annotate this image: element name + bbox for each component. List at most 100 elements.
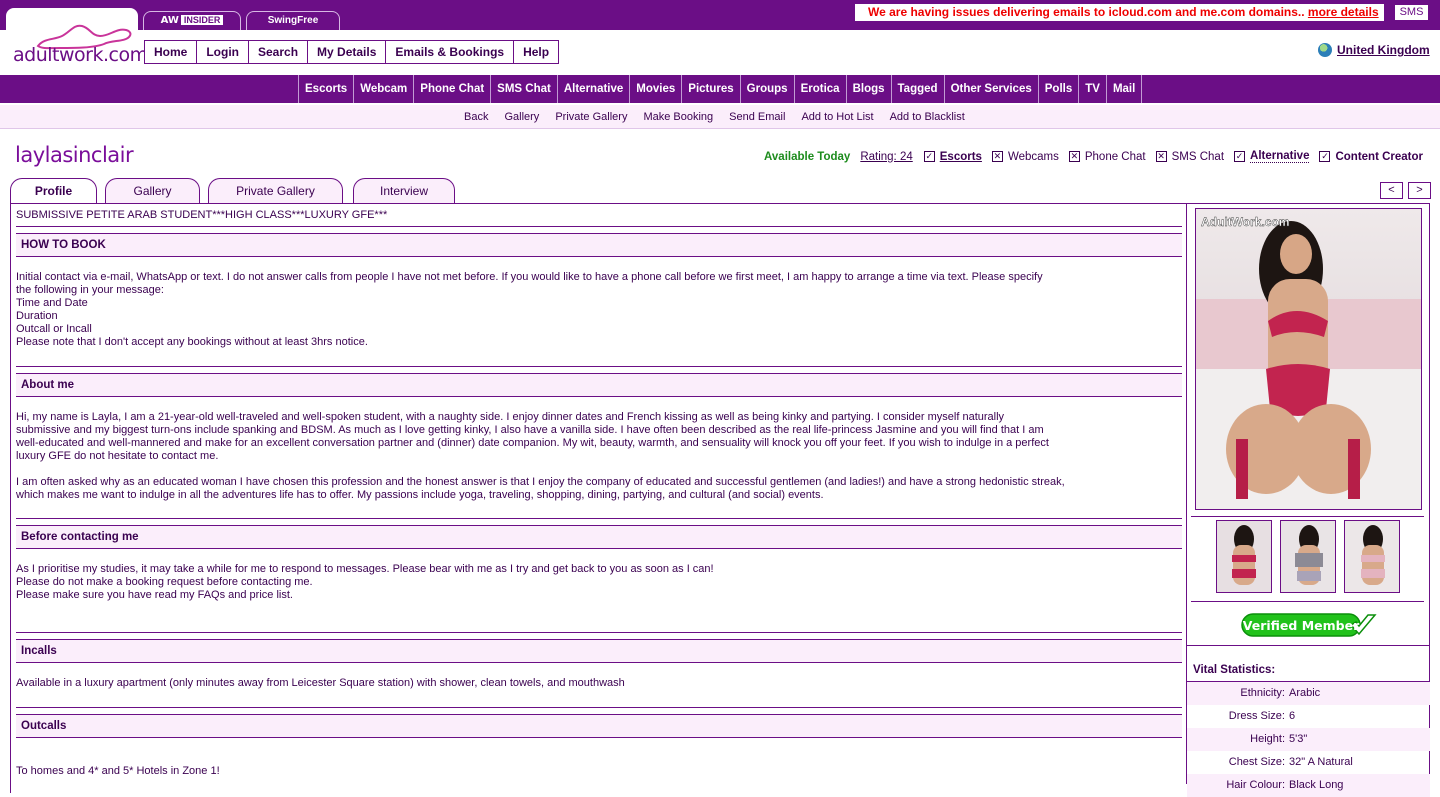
region-label: United Kingdom xyxy=(1337,43,1430,57)
sms-button[interactable]: SMS xyxy=(1394,4,1429,21)
region-link[interactable]: United Kingdom xyxy=(1318,43,1430,57)
more-details-link[interactable]: more details xyxy=(1308,5,1379,19)
tab-gallery[interactable]: Gallery xyxy=(105,178,200,203)
globe-icon xyxy=(1318,43,1332,57)
section-title-before-contacting: Before contacting me xyxy=(16,518,1182,549)
unchecked-x-icon: ✕ xyxy=(1155,151,1167,162)
tab-interview[interactable]: Interview xyxy=(353,178,455,203)
swingfree-label: SwingFree xyxy=(267,15,319,26)
unchecked-x-icon: ✕ xyxy=(991,151,1003,162)
thumbnail-3[interactable] xyxy=(1344,520,1400,593)
section-title-incalls: Incalls xyxy=(16,632,1182,663)
notice-text: We are having issues delivering emails t… xyxy=(868,5,1305,19)
nav-emails-bookings[interactable]: Emails & Bookings xyxy=(386,41,515,63)
rating-link[interactable]: Rating: 24 xyxy=(860,151,912,163)
insider-label: INSIDER xyxy=(180,15,224,25)
action-private-gallery[interactable]: Private Gallery xyxy=(547,105,635,129)
service-escorts[interactable]: ✓ Escorts xyxy=(923,151,982,163)
section-title-how-to-book: HOW TO BOOK xyxy=(16,226,1182,257)
prev-profile-button[interactable]: < xyxy=(1380,182,1403,199)
cat-movies[interactable]: Movies xyxy=(629,75,681,103)
cat-sms-chat[interactable]: SMS Chat xyxy=(490,75,557,103)
tab-swingfree[interactable]: SwingFree xyxy=(246,11,340,30)
main-nav: Home Login Search My Details Emails & Bo… xyxy=(144,40,560,64)
action-make-booking[interactable]: Make Booking xyxy=(635,105,721,129)
vital-row-height: Height: 5'3" xyxy=(1187,728,1430,751)
cat-escorts[interactable]: Escorts xyxy=(298,75,353,103)
cat-tv[interactable]: TV xyxy=(1078,75,1106,103)
profile-tagline: SUBMISSIVE PETITE ARAB STUDENT***HIGH CL… xyxy=(16,209,388,221)
cat-groups[interactable]: Groups xyxy=(739,75,794,103)
vital-row-hair-colour: Hair Colour: Black Long xyxy=(1187,774,1430,797)
section-body-outcalls: To homes and 4* and 5* Hotels in Zone 1! xyxy=(16,765,220,777)
service-alternative[interactable]: ✓ Alternative xyxy=(1234,150,1310,163)
action-gallery[interactable]: Gallery xyxy=(496,105,547,129)
sidebar-divider xyxy=(1191,516,1424,517)
thumbnail-image xyxy=(1281,521,1335,592)
photo-thumbnails xyxy=(1216,520,1400,593)
photo-watermark: AdultWork.com xyxy=(1201,215,1289,229)
service-phone-chat: ✕ Phone Chat xyxy=(1068,150,1146,163)
checked-icon: ✓ xyxy=(1319,151,1331,162)
section-body-how-to-book: Initial contact via e-mail, WhatsApp or … xyxy=(16,271,1043,348)
next-profile-button[interactable]: > xyxy=(1408,182,1431,199)
nav-login[interactable]: Login xyxy=(197,41,249,63)
action-add-blacklist[interactable]: Add to Blacklist xyxy=(882,105,973,129)
email-notice-banner: We are having issues delivering emails t… xyxy=(855,4,1384,21)
service-webcams: ✕ Webcams xyxy=(991,150,1059,163)
vital-row-dress-size: Dress Size: 6 xyxy=(1228,710,1296,722)
cat-tagged[interactable]: Tagged xyxy=(890,75,944,103)
nav-help[interactable]: Help xyxy=(514,41,559,63)
cat-mail[interactable]: Mail xyxy=(1105,75,1143,103)
service-sms-chat: ✕ SMS Chat xyxy=(1155,150,1225,163)
verified-member-badge: Verified Member xyxy=(1241,613,1377,639)
vital-row-chest-size: Chest Size: 32" A Natural xyxy=(1228,756,1353,768)
tab-aw-insider[interactable]: AW INSIDER xyxy=(143,11,241,30)
checked-icon: ✓ xyxy=(923,151,935,162)
nav-home[interactable]: Home xyxy=(145,41,198,63)
vital-row-ethnicity: Ethnicity: Arabic xyxy=(1187,682,1430,705)
nav-search[interactable]: Search xyxy=(249,41,309,63)
section-title-outcalls: Outcalls xyxy=(16,707,1182,738)
checked-icon: ✓ xyxy=(1234,151,1246,162)
sidebar-divider xyxy=(1191,601,1424,602)
cat-phone-chat[interactable]: Phone Chat xyxy=(413,75,490,103)
section-body-about-me: Hi, my name is Layla, I am a 21-year-old… xyxy=(16,411,1065,501)
availability-status: Available Today xyxy=(764,150,851,163)
aw-label: AW xyxy=(160,15,179,26)
section-body-incalls: Available in a luxury apartment (only mi… xyxy=(16,677,625,689)
thumbnail-1[interactable] xyxy=(1216,520,1272,593)
category-nav: Escorts Webcam Phone Chat SMS Chat Alter… xyxy=(298,75,1143,103)
thumbnail-image xyxy=(1217,521,1271,592)
section-title-about-me: About me xyxy=(16,366,1182,397)
thumbnail-2[interactable] xyxy=(1280,520,1336,593)
profile-main-photo[interactable]: AdultWork.com xyxy=(1195,208,1422,510)
tab-private-gallery[interactable]: Private Gallery xyxy=(208,178,343,203)
cat-alternative[interactable]: Alternative xyxy=(556,75,629,103)
cat-polls[interactable]: Polls xyxy=(1037,75,1078,103)
profile-pager: < > xyxy=(1380,182,1431,199)
section-body-before-contacting: As I prioritise my studies, it may take … xyxy=(16,563,714,601)
profile-username: laylasinclair xyxy=(15,143,134,167)
logo-text: adultwork.com xyxy=(13,44,148,66)
profile-status-line: Available Today Rating: 24 ✓ Escorts ✕ Web… xyxy=(764,150,1423,163)
cat-pictures[interactable]: Pictures xyxy=(681,75,739,103)
tab-profile[interactable]: Profile xyxy=(10,178,97,204)
profile-actions-nav: Back Gallery Private Gallery Make Bookin… xyxy=(456,105,973,129)
cat-erotica[interactable]: Erotica xyxy=(793,75,846,103)
logo[interactable]: adultwork.com xyxy=(6,8,148,73)
action-add-hot-list[interactable]: Add to Hot List xyxy=(793,105,881,129)
action-send-email[interactable]: Send Email xyxy=(721,105,793,129)
action-back[interactable]: Back xyxy=(456,105,496,129)
nav-my-details[interactable]: My Details xyxy=(308,41,387,63)
vital-stats-title: Vital Statistics: xyxy=(1187,645,1430,679)
profile-photo-image: AdultWork.com xyxy=(1196,209,1421,509)
verified-badge-icon: Verified Member xyxy=(1241,613,1377,637)
service-content-creator: ✓ Content Creator xyxy=(1319,150,1423,163)
cat-other-services[interactable]: Other Services xyxy=(943,75,1038,103)
unchecked-x-icon: ✕ xyxy=(1068,151,1080,162)
verified-label: Verified Member xyxy=(1243,618,1360,633)
cat-blogs[interactable]: Blogs xyxy=(845,75,891,103)
cat-webcam[interactable]: Webcam xyxy=(353,75,413,103)
thumbnail-image xyxy=(1345,521,1399,592)
